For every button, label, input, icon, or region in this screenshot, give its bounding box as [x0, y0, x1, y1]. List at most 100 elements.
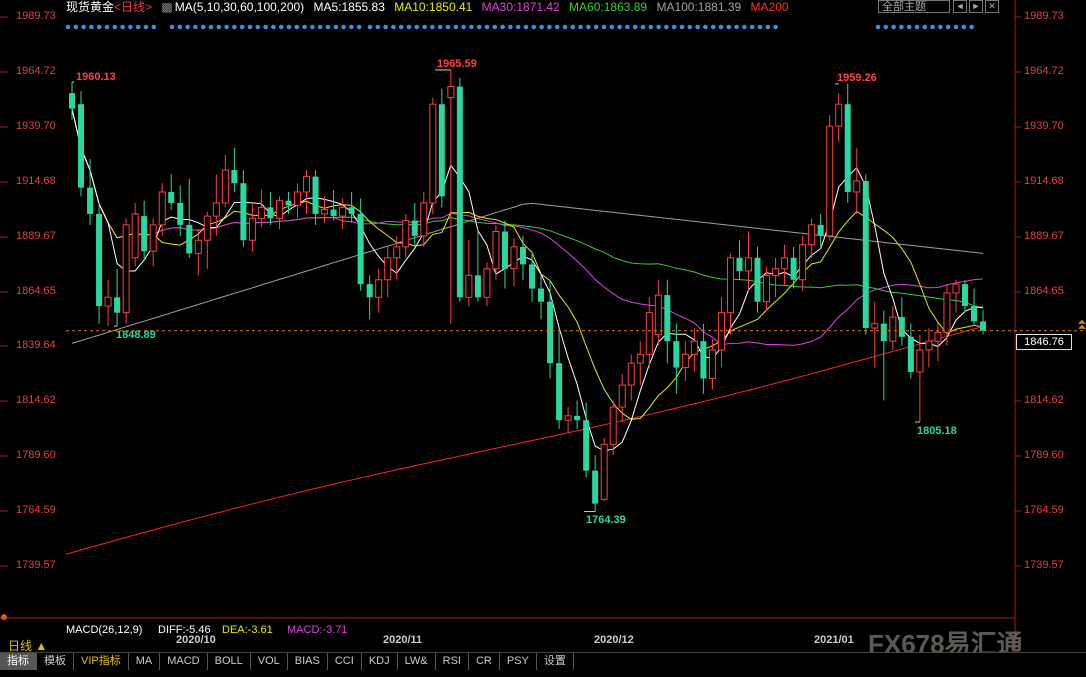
dotted-marker: [310, 24, 315, 30]
tab-5[interactable]: BOLL: [208, 653, 251, 670]
candle-body: [267, 207, 274, 219]
candle-body: [114, 297, 121, 313]
candle-body: [456, 86, 463, 298]
candle-body: [790, 257, 797, 280]
dotted-marker: [414, 24, 420, 30]
tab-14[interactable]: 设置: [537, 653, 574, 670]
dotted-marker: [169, 24, 175, 30]
tab-13[interactable]: PSY: [500, 653, 537, 670]
tab-9[interactable]: KDJ: [362, 653, 398, 670]
dotted-marker: [656, 24, 661, 30]
y-tick-left: 1889.67: [16, 230, 56, 242]
dotted-marker: [193, 24, 198, 30]
ma100-value: MA100:1881.39: [656, 0, 742, 14]
dotted-marker: [65, 24, 71, 30]
dotted-marker: [726, 24, 732, 30]
dotted-marker: [302, 24, 307, 30]
dotted-marker: [437, 24, 443, 30]
ma-box-icon: ▩: [161, 0, 173, 14]
dotted-marker: [695, 24, 700, 30]
candle-body: [158, 191, 166, 226]
candle-body: [78, 104, 85, 188]
candle-body: [736, 257, 743, 271]
dotted-marker: [703, 24, 708, 30]
candle-body: [681, 353, 689, 369]
candle-body: [248, 217, 256, 241]
chart-header: 现货黄金<日线> ▩ MA(5,10,30,60,100,200) MA5:185…: [66, 0, 795, 16]
candle-body: [87, 187, 94, 214]
dotted-marker: [945, 24, 951, 30]
candle-body: [520, 246, 526, 265]
candle-body: [122, 224, 130, 314]
x-label-dec: 2020/12: [594, 634, 634, 646]
candle-body: [664, 295, 671, 342]
tab-1[interactable]: 模板: [37, 653, 74, 670]
dotted-marker: [89, 24, 94, 30]
y-tick-right: 1764.59: [1024, 504, 1064, 516]
tab-4[interactable]: MACD: [160, 653, 208, 670]
dotted-marker: [375, 24, 381, 30]
dotted-marker: [391, 24, 396, 30]
candle-body: [636, 353, 644, 364]
dotted-marker: [430, 24, 435, 30]
dotted-marker: [922, 24, 928, 30]
ma200-value: MA200: [750, 0, 789, 14]
dotted-marker: [734, 24, 739, 30]
y-tick-left: 1964.72: [16, 65, 56, 77]
tab-2[interactable]: VIP指标: [74, 653, 129, 670]
theme-close-button[interactable]: ✕: [985, 0, 999, 13]
y-tick-right: 1964.72: [1024, 65, 1064, 77]
dotted-marker: [531, 24, 537, 30]
candle-body: [294, 191, 301, 206]
dotted-marker: [969, 24, 974, 30]
dotted-marker: [765, 24, 771, 30]
candle-body: [429, 103, 437, 204]
extreme-label: 1764.39: [586, 514, 626, 526]
dotted-marker: [333, 24, 339, 30]
candle-body: [808, 224, 816, 246]
tab-8[interactable]: CCI: [328, 653, 362, 670]
candle-body: [411, 220, 418, 236]
candle-body: [600, 443, 608, 500]
candle-body: [980, 321, 987, 331]
candle-body: [925, 340, 933, 351]
tab-3[interactable]: MA: [129, 653, 161, 670]
dotted-marker: [239, 24, 245, 30]
candle-body: [366, 284, 373, 298]
dotted-marker: [484, 24, 490, 30]
tab-7[interactable]: BIAS: [288, 653, 328, 670]
tab-11[interactable]: RSI: [436, 653, 469, 670]
candle-body: [104, 296, 112, 307]
candle-body: [772, 268, 780, 276]
dotted-marker: [906, 24, 912, 30]
candle-body: [285, 200, 292, 206]
dotted-marker: [749, 24, 755, 30]
theme-selector-button[interactable]: 全部主题: [878, 0, 950, 13]
theme-prev-button[interactable]: ◄: [953, 0, 967, 13]
theme-next-button[interactable]: ►: [969, 0, 983, 13]
dotted-marker: [224, 24, 229, 30]
dotted-marker: [398, 24, 404, 30]
tab-12[interactable]: CR: [469, 653, 500, 670]
dotted-marker: [609, 24, 615, 30]
instrument-title: 现货黄金: [66, 0, 115, 14]
tab-0[interactable]: 指标: [0, 653, 37, 670]
period-label[interactable]: <日线>: [114, 0, 152, 14]
dotted-marker: [914, 24, 920, 30]
candle-body: [339, 206, 347, 217]
candle-body: [700, 341, 707, 379]
dotted-marker: [648, 24, 654, 30]
y-tick-right: 1814.62: [1024, 394, 1064, 406]
dotted-marker: [286, 24, 292, 30]
y-tick-left: 1939.70: [16, 120, 56, 132]
dotted-marker: [679, 24, 685, 30]
tab-6[interactable]: VOL: [251, 653, 288, 670]
candle-body: [618, 384, 626, 408]
candle-body: [231, 170, 238, 184]
y-tick-left: 1789.60: [16, 449, 56, 461]
dotted-marker: [383, 24, 388, 30]
candle-body: [131, 213, 139, 259]
dotted-marker: [120, 24, 125, 30]
tab-10[interactable]: LW&: [398, 653, 436, 670]
candlestick-chart[interactable]: 1960.13 1965.59 1959.26 1848.89 1764.39 1805.…: [0, 0, 1086, 652]
